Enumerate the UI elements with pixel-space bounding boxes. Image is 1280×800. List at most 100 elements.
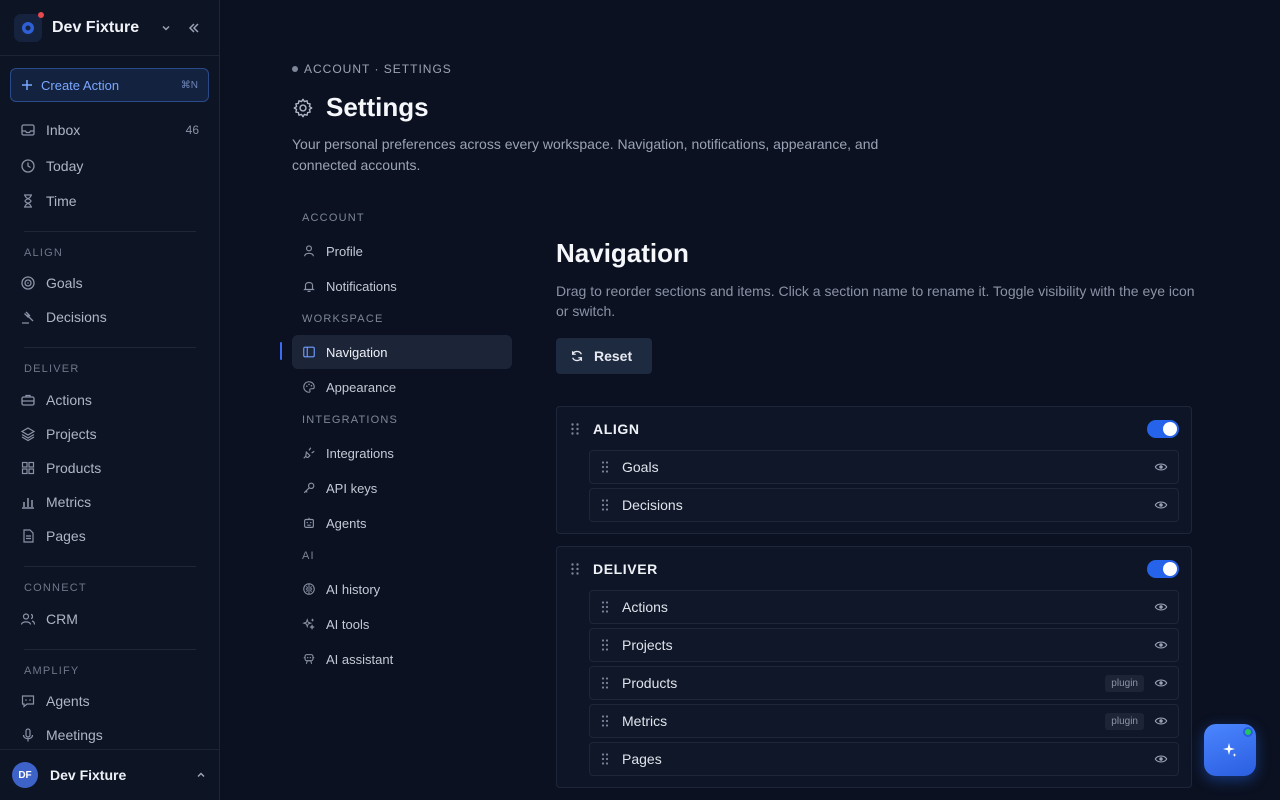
drag-handle-icon[interactable]	[569, 562, 581, 576]
sidebar-item-meetings[interactable]: Meetings	[10, 720, 209, 750]
nav-group-name[interactable]: DELIVER	[593, 561, 1147, 577]
settings-nav-profile[interactable]: Profile	[292, 234, 512, 268]
file-icon	[23, 529, 34, 543]
settings-nav-label: AI tools	[326, 616, 370, 632]
drag-handle-icon[interactable]	[569, 422, 581, 436]
nav-item-row[interactable]: Goals	[589, 450, 1179, 484]
page-heading: Settings	[326, 92, 429, 122]
sidebar-item-crm[interactable]: CRM	[10, 604, 209, 634]
sidebar-item-actions[interactable]: Actions	[10, 385, 209, 415]
chevron-up-icon[interactable]	[195, 769, 207, 781]
settings-nav-api-keys[interactable]: API keys	[292, 471, 512, 505]
shortcut-hint: ⌘N	[180, 79, 198, 91]
settings-nav-label: Profile	[326, 243, 363, 259]
collapse-sidebar-icon[interactable]	[183, 17, 205, 39]
key-icon	[303, 482, 315, 494]
sidebar-item-products[interactable]: Products	[10, 453, 209, 483]
sidebar-section-title: CONNECT	[24, 582, 87, 594]
settings-nav-label: API keys	[326, 480, 378, 496]
drag-handle-icon[interactable]	[600, 600, 610, 614]
settings-section-title: AI	[302, 550, 315, 562]
settings-nav-ai-tools[interactable]: AI tools	[292, 607, 512, 641]
sidebar-item-agents[interactable]: Agents	[10, 686, 209, 716]
reset-label: Reset	[594, 348, 633, 364]
page-description: Your personal preferences across every w…	[292, 136, 879, 173]
eye-icon[interactable]	[1154, 600, 1168, 614]
nav-item-row[interactable]: Metrics plugin	[589, 704, 1179, 738]
drag-handle-icon[interactable]	[600, 676, 610, 690]
nav-item-row[interactable]: Actions	[589, 590, 1179, 624]
divider	[24, 566, 196, 567]
chevron-down-icon[interactable]	[155, 17, 177, 39]
section-description: Drag to reorder sections and items. Clic…	[556, 283, 1195, 319]
sidebar-item-inbox[interactable]: Inbox 46	[10, 115, 209, 145]
eye-icon[interactable]	[1154, 460, 1168, 474]
create-action-button[interactable]: Create Action ⌘N	[10, 68, 209, 102]
nav-item-row[interactable]: Pages	[589, 742, 1179, 776]
assistant-bot-icon	[303, 654, 315, 664]
drag-handle-icon[interactable]	[600, 460, 610, 474]
eye-icon[interactable]	[1154, 498, 1168, 512]
settings-section-title: WORKSPACE	[302, 313, 384, 325]
eye-icon[interactable]	[1154, 752, 1168, 766]
sidebar-item-projects[interactable]: Projects	[10, 419, 209, 449]
drag-handle-icon[interactable]	[600, 752, 610, 766]
sidebar-item-pages[interactable]: Pages	[10, 521, 209, 551]
eye-icon[interactable]	[1154, 676, 1168, 690]
settings-section-title: ACCOUNT	[302, 212, 365, 224]
group-visibility-toggle[interactable]	[1147, 420, 1179, 438]
group-visibility-toggle[interactable]	[1147, 560, 1179, 578]
sidebar-section-title: DELIVER	[24, 363, 80, 375]
online-status-dot	[1243, 727, 1253, 737]
settings-nav-integrations[interactable]: Integrations	[292, 436, 512, 470]
sparkles-icon	[302, 618, 315, 630]
notification-dot	[38, 11, 44, 18]
eye-icon[interactable]	[1154, 714, 1168, 728]
bar-chart-icon	[22, 498, 34, 509]
nav-item-name: Actions	[622, 599, 668, 615]
nav-item-row[interactable]: Decisions	[589, 488, 1179, 522]
workspace-logo-icon[interactable]	[14, 11, 44, 42]
brain-icon	[303, 583, 315, 595]
settings-nav-notifications[interactable]: Notifications	[292, 269, 512, 303]
drag-handle-icon[interactable]	[600, 714, 610, 728]
sidebar-item-label: Goals	[46, 275, 83, 291]
settings-nav-agents[interactable]: Agents	[292, 506, 512, 540]
settings-nav-appearance[interactable]: Appearance	[292, 370, 512, 404]
sidebar-item-label: Products	[46, 460, 102, 476]
settings-nav-label: Agents	[326, 515, 367, 531]
sidebar-item-today[interactable]: Today	[10, 151, 209, 181]
drag-handle-icon[interactable]	[600, 638, 610, 652]
drag-handle-icon[interactable]	[600, 498, 610, 512]
target-icon	[21, 276, 35, 290]
nav-item-row[interactable]: Projects	[589, 628, 1179, 662]
nav-group-deliver[interactable]: DELIVER Actions Projects Products plugin…	[556, 546, 1192, 788]
clock-icon	[21, 159, 35, 173]
workspace-name[interactable]: Dev Fixture	[52, 19, 149, 37]
sidebar-item-decisions[interactable]: Decisions	[10, 302, 209, 332]
nav-group-align[interactable]: ALIGN Goals Decisions	[556, 406, 1192, 534]
user-name: Dev Fixture	[50, 767, 127, 783]
workspace-header: Dev Fixture	[0, 0, 219, 56]
sidebar-item-goals[interactable]: Goals	[10, 268, 209, 298]
reset-button[interactable]: Reset	[556, 338, 652, 374]
message-bot-icon	[21, 695, 35, 708]
ai-assistant-button[interactable]	[1204, 724, 1256, 776]
settings-nav-navigation[interactable]: Navigation	[292, 335, 512, 369]
sidebar-item-metrics[interactable]: Metrics	[10, 487, 209, 517]
eye-icon[interactable]	[1154, 638, 1168, 652]
plugin-badge: plugin	[1105, 712, 1144, 730]
nav-group-name[interactable]: ALIGN	[593, 421, 1147, 437]
sidebar-item-time[interactable]: Time	[10, 186, 209, 216]
nav-item-row[interactable]: Products plugin	[589, 666, 1179, 700]
sidebar-item-label: Agents	[46, 693, 90, 709]
nav-group-header: DELIVER	[557, 547, 1191, 591]
bell-icon	[303, 281, 315, 293]
nav-item-name: Goals	[622, 459, 659, 475]
settings-nav-ai-history[interactable]: AI history	[292, 572, 512, 606]
settings-nav-ai-assistant[interactable]: AI assistant	[292, 642, 512, 676]
sparkle-icon	[1223, 743, 1237, 757]
user-menu[interactable]: DF Dev Fixture	[0, 749, 219, 800]
breadcrumb-text: ACCOUNT · SETTINGS	[304, 62, 452, 76]
avatar: DF	[12, 762, 38, 788]
